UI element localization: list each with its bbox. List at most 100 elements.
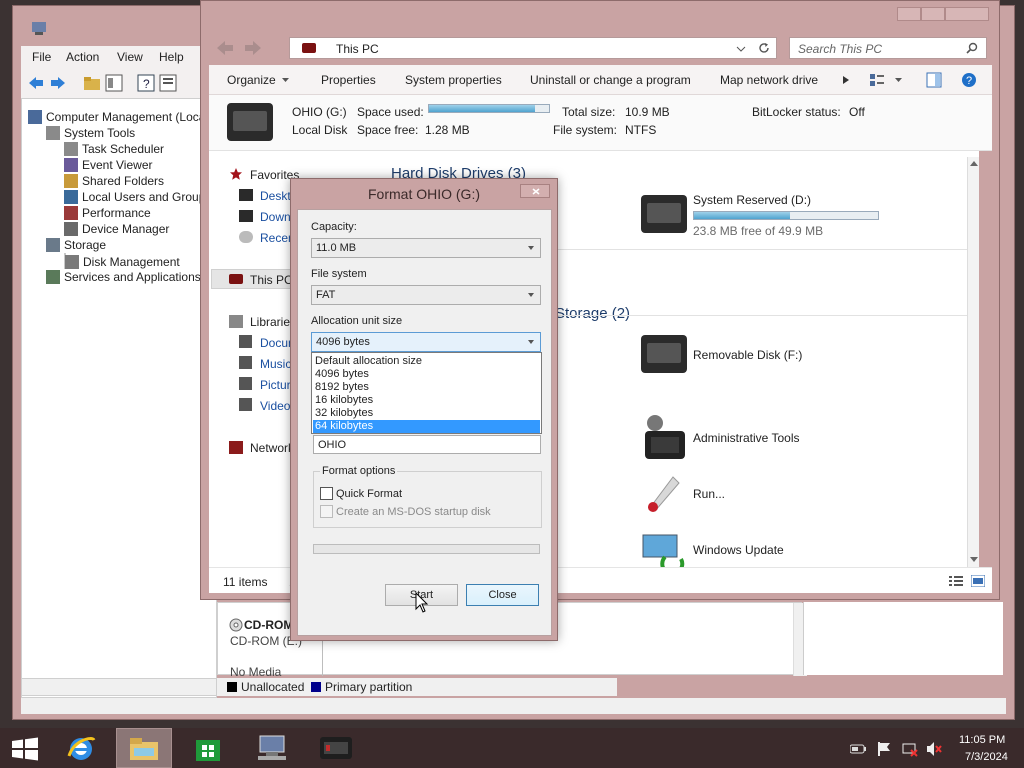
total-size-label: Total size: (562, 105, 616, 119)
format-progress-bar (313, 544, 540, 554)
details-view-icon[interactable] (949, 575, 963, 587)
space-used-fill (429, 105, 535, 112)
removable-disk-icon (641, 335, 687, 373)
administrative-tools-name[interactable]: Administrative Tools (693, 431, 800, 445)
desktop-icon (239, 189, 253, 201)
file-system-select[interactable]: FAT (311, 285, 541, 305)
properties-button[interactable]: Properties (321, 73, 376, 87)
volume-label-input[interactable]: OHIO (313, 435, 541, 454)
ohio-drive-icon (227, 103, 273, 141)
help-icon[interactable]: ? (137, 74, 155, 92)
space-used-bar (428, 104, 550, 113)
menu-file[interactable]: File (32, 50, 51, 64)
uninstall-program-button[interactable]: Uninstall or change a program (530, 73, 691, 87)
system-reserved-icon (641, 195, 687, 233)
clock-time[interactable]: 11:05 PM (959, 734, 1005, 746)
nav-music[interactable]: Music (260, 357, 291, 371)
scroll-up-icon[interactable] (970, 161, 978, 166)
forward-icon[interactable] (49, 75, 67, 91)
preview-pane-icon[interactable] (926, 72, 942, 88)
alloc-option-32k[interactable]: 32 kilobytes (313, 407, 540, 420)
cm-status-bar (21, 698, 1006, 714)
alloc-option-16k[interactable]: 16 kilobytes (313, 394, 540, 407)
menu-view[interactable]: View (117, 50, 143, 64)
up-folder-icon[interactable] (83, 74, 101, 92)
system-reserved-free: 23.8 MB free of 49.9 MB (693, 224, 824, 238)
store-icon (196, 740, 220, 761)
close-button[interactable] (945, 7, 989, 21)
explorer-window-controls (897, 7, 989, 21)
taskbar-file-explorer[interactable] (116, 728, 172, 768)
back-arrow-icon[interactable] (215, 38, 235, 58)
forward-arrow-icon[interactable] (243, 38, 263, 58)
allocation-select[interactable]: 4096 bytes (311, 332, 541, 352)
view-options-icon[interactable] (869, 72, 885, 88)
minimize-button[interactable] (897, 7, 921, 21)
tree-hscrollbar[interactable] (21, 678, 217, 696)
section-removable[interactable]: Storage (2) (555, 305, 630, 322)
address-bar[interactable]: This PC (289, 37, 777, 59)
tree-item-label: Performance (82, 206, 151, 220)
properties-icon[interactable] (159, 74, 177, 92)
dialog-close-button[interactable] (520, 184, 550, 198)
alloc-option-4096[interactable]: 4096 bytes (313, 368, 540, 381)
maximize-button[interactable] (921, 7, 945, 21)
menu-help[interactable]: Help (159, 50, 184, 64)
clock-date[interactable]: 7/3/2024 (965, 751, 1008, 763)
computer-management-taskbar-icon (258, 735, 286, 760)
refresh-icon[interactable] (758, 42, 770, 54)
taskbar-drive[interactable] (308, 728, 364, 768)
map-network-drive-button[interactable]: Map network drive (720, 73, 818, 87)
capacity-value: 11.0 MB (316, 242, 357, 254)
tray-network-icon[interactable] (902, 741, 918, 757)
view-dropdown-icon[interactable] (895, 78, 902, 82)
alloc-option-8192[interactable]: 8192 bytes (313, 381, 540, 394)
quick-format-checkbox[interactable] (320, 487, 333, 500)
cdrom-nomedia: No Media (230, 665, 282, 679)
quick-format-label[interactable]: Quick Format (336, 488, 402, 500)
windows-update-icon (642, 534, 685, 571)
organize-dropdown-icon[interactable] (282, 78, 289, 82)
tray-battery-icon[interactable] (850, 744, 866, 754)
console-tree-icon[interactable] (105, 74, 123, 92)
taskbar-store[interactable] (180, 728, 236, 768)
windows-update-name[interactable]: Windows Update (693, 543, 784, 557)
actions-pane (803, 602, 1003, 675)
content-scrollbar[interactable] (967, 157, 979, 567)
more-commands-icon[interactable] (843, 76, 849, 84)
back-icon[interactable] (27, 75, 45, 91)
nav-network[interactable]: Network (250, 441, 294, 455)
search-icon[interactable] (966, 42, 978, 54)
tree-item-label: Task Scheduler (82, 142, 165, 156)
tree-item[interactable]: Disk Management (64, 253, 180, 269)
internet-explorer-icon (67, 737, 96, 760)
nav-downloads[interactable]: Downl (260, 210, 293, 224)
menu-action[interactable]: Action (66, 50, 99, 64)
system-properties-button[interactable]: System properties (405, 73, 502, 87)
msdos-checkbox[interactable] (320, 505, 333, 518)
cdrom-title: CD-ROM (244, 618, 294, 632)
help-circle-icon[interactable]: ? (961, 72, 977, 88)
close-dialog-button[interactable]: Close (466, 584, 539, 606)
tray-volume-muted-icon[interactable] (926, 741, 942, 757)
tray-flag-icon[interactable] (877, 741, 891, 757)
capacity-select[interactable]: 11.0 MB (311, 238, 541, 258)
taskbar-ie[interactable] (54, 728, 110, 768)
run-icon (648, 476, 680, 512)
removable-disk-name[interactable]: Removable Disk (F:) (693, 348, 802, 362)
system-reserved-name[interactable]: System Reserved (D:) (693, 193, 811, 207)
search-box[interactable]: Search This PC (789, 37, 987, 59)
allocation-dropdown-icon (528, 340, 534, 344)
alloc-option-default[interactable]: Default allocation size (313, 355, 540, 368)
this-pc-icon (229, 274, 243, 284)
recent-icon (239, 231, 253, 243)
windows-start-icon[interactable] (11, 737, 39, 761)
run-name[interactable]: Run... (693, 487, 725, 501)
organize-button[interactable]: Organize (227, 73, 276, 87)
large-icons-view-icon[interactable] (971, 575, 985, 587)
scroll-down-icon[interactable] (970, 557, 978, 562)
drive-taskbar-icon (320, 737, 352, 759)
address-dropdown-icon[interactable] (736, 46, 746, 53)
alloc-option-64k[interactable]: 64 kilobytes (313, 420, 540, 433)
taskbar-computer-management[interactable] (244, 728, 300, 768)
